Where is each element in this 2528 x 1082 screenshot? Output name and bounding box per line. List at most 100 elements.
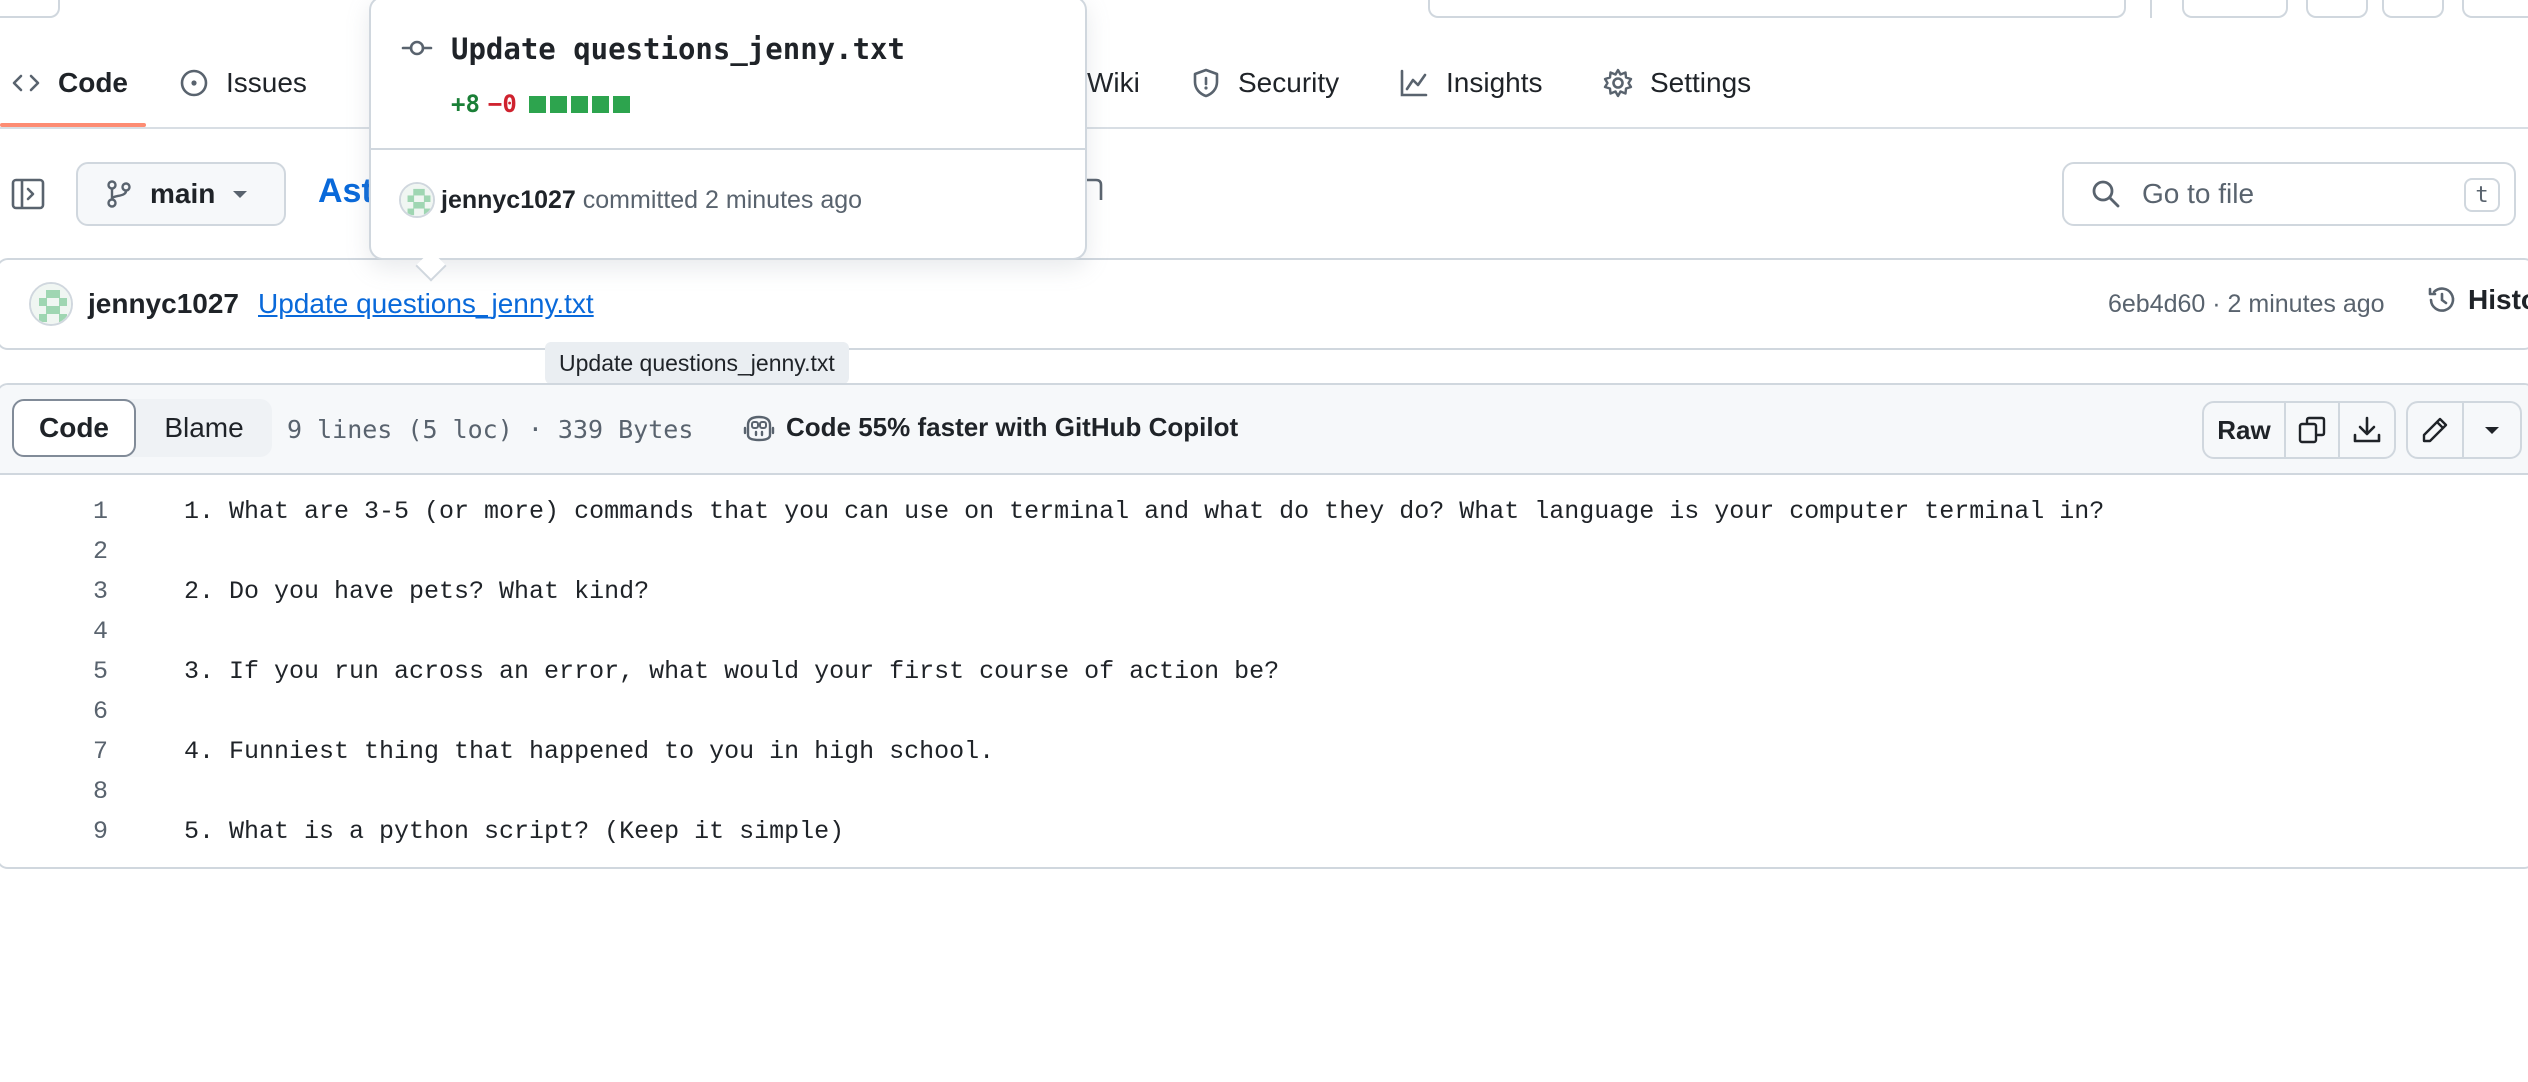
caret-down-icon (2483, 424, 2501, 436)
breadcrumb-repo-link[interactable]: Ast (318, 172, 373, 211)
line-content: 3. If you run across an error, what woul… (184, 656, 1280, 686)
line-number[interactable]: 6 (0, 697, 112, 726)
avatar[interactable] (29, 282, 73, 326)
avatar[interactable] (399, 182, 435, 218)
copilot-icon (742, 413, 776, 443)
line-content: 4. Funniest thing that happened to you i… (184, 736, 995, 766)
blame-view-button[interactable]: Blame (136, 399, 272, 457)
hovercard-author[interactable]: jennyc1027 (441, 186, 576, 214)
gear-icon (1602, 67, 1634, 99)
hovercard-action: committed 2 minutes ago (582, 186, 863, 214)
git-commit-icon (401, 32, 433, 64)
header-divider (2150, 0, 2152, 18)
tab-insights[interactable]: Insights (1398, 58, 1543, 108)
copy-icon (2297, 415, 2327, 445)
sidebar-expand-icon (10, 176, 46, 212)
shortcut-key: t (2464, 178, 2500, 212)
tab-label: Insights (1446, 67, 1543, 98)
hovercard-divider (371, 148, 1085, 150)
copy-raw-button[interactable] (2286, 403, 2340, 457)
history-label: Histo (2468, 284, 2528, 315)
diff-block (612, 95, 630, 113)
raw-button[interactable]: Raw (2204, 403, 2286, 457)
copilot-text: Code 55% faster with GitHub Copilot (786, 412, 1239, 442)
line-content: 2. Do you have pets? What kind? (184, 576, 650, 606)
line-content: 1. What are 3-5 (or more) commands that … (184, 496, 2105, 526)
commit-sha-time[interactable]: 6eb4d60 · 2 minutes ago (2108, 290, 2385, 319)
tab-code[interactable]: Code (10, 58, 128, 108)
copilot-promo-button[interactable]: Code 55% faster with GitHub Copilot (742, 412, 1238, 443)
sidebar-expand-button[interactable] (10, 176, 46, 212)
line-content: 5. What is a python script? (Keep it sim… (184, 816, 845, 846)
tab-security[interactable]: Security (1190, 58, 1339, 108)
line-number[interactable]: 4 (0, 617, 112, 646)
branch-selector[interactable]: main (76, 162, 286, 226)
header-search-bar[interactable] (1428, 0, 2126, 18)
go-to-file-placeholder: Go to file (2142, 178, 2255, 209)
download-icon (2352, 415, 2382, 445)
code-line: 3 2. Do you have pets? What kind? (0, 571, 2528, 611)
tab-issues[interactable]: Issues (178, 58, 307, 108)
code-icon (10, 67, 42, 99)
diff-block (528, 95, 546, 113)
graph-icon (1398, 67, 1430, 99)
hovercard-footer: jennyc1027 committed 2 minutes ago (441, 186, 862, 215)
line-number[interactable]: 5 (0, 657, 112, 686)
commit-message-link[interactable]: Update questions_jenny.txt (258, 288, 594, 320)
line-number[interactable]: 8 (0, 777, 112, 806)
commit-tooltip: Update questions_jenny.txt (545, 342, 849, 384)
line-number[interactable]: 2 (0, 537, 112, 566)
search-icon (2090, 178, 2122, 210)
line-number[interactable]: 1 (0, 497, 112, 526)
commit-author-link[interactable]: jennyc1027 (88, 288, 239, 320)
tab-wiki[interactable]: Wiki (1087, 58, 1140, 108)
hovercard-title[interactable]: Update questions_jenny.txt (451, 32, 905, 66)
code-line: 8 (0, 771, 2528, 811)
shield-icon (1190, 67, 1222, 99)
github-logo-icon[interactable] (92, 0, 154, 16)
code-line: 6 (0, 691, 2528, 731)
code-view-button[interactable]: Code (12, 399, 136, 457)
line-number[interactable]: 3 (0, 577, 112, 606)
edit-options-dropdown[interactable] (2464, 403, 2520, 457)
history-button[interactable]: Histo (2426, 284, 2528, 316)
header-issues-button[interactable] (2306, 0, 2368, 18)
tab-label: Settings (1650, 67, 1752, 98)
pencil-icon (2420, 415, 2450, 445)
tab-label: Security (1238, 67, 1340, 98)
diff-stats: +8 −0 (451, 90, 630, 118)
code-line: 7 4. Funniest thing that happened to you … (0, 731, 2528, 771)
tab-label: Code (58, 67, 128, 98)
code-line: 1 1. What are 3-5 (or more) commands that… (0, 491, 2528, 531)
view-toggle: Code Blame (12, 399, 272, 457)
deletions-count: −0 (487, 90, 517, 118)
header-pulls-button[interactable] (2382, 0, 2444, 18)
tab-settings[interactable]: Settings (1602, 58, 1751, 108)
edit-actions-group (2406, 401, 2522, 459)
code-line: 2 (0, 531, 2528, 571)
tab-label: Issues (226, 67, 307, 98)
go-to-file-input[interactable]: Go to file t (2062, 162, 2516, 226)
line-number[interactable]: 9 (0, 817, 112, 846)
commit-hovercard: Update questions_jenny.txt +8 −0 jennyc1… (369, 0, 1087, 260)
header-inbox-button[interactable] (2462, 0, 2528, 18)
diff-block (570, 95, 588, 113)
issue-icon (178, 67, 210, 99)
edit-button[interactable] (2408, 403, 2464, 457)
branch-name: main (150, 178, 216, 209)
diff-block (549, 95, 567, 113)
header-menu-button[interactable] (0, 0, 60, 18)
code-line: 4 (0, 611, 2528, 651)
caret-down-icon (231, 188, 249, 200)
file-actions-group: Raw (2202, 401, 2396, 459)
diff-blocks (528, 95, 630, 113)
file-viewer: Code Blame 9 lines (5 loc) · 339 Bytes C… (0, 383, 2528, 869)
code-line: 5 3. If you run across an error, what wou… (0, 651, 2528, 691)
additions-count: +8 (451, 90, 480, 118)
header-create-button[interactable] (2182, 0, 2288, 18)
file-info: 9 lines (5 loc) · 339 Bytes (287, 415, 694, 444)
line-number[interactable]: 7 (0, 737, 112, 766)
download-button[interactable] (2340, 403, 2394, 457)
history-icon (2426, 284, 2458, 316)
code-line: 9 5. What is a python script? (Keep it si… (0, 811, 2528, 851)
